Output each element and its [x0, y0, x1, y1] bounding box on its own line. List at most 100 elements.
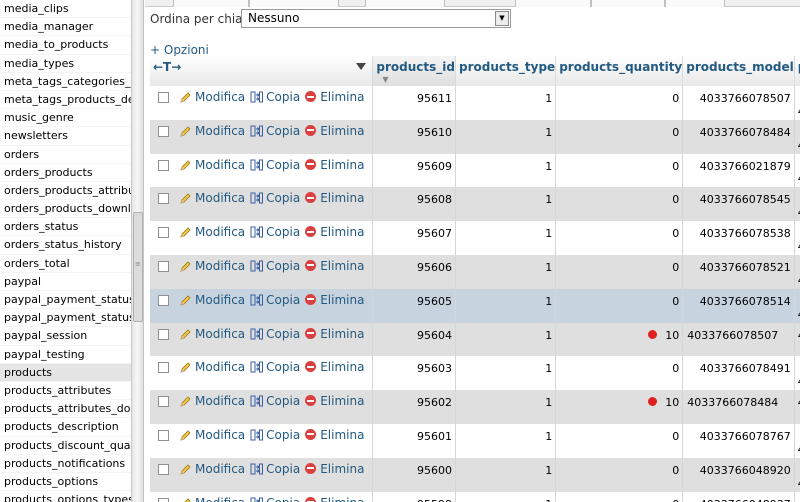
cell-products-id[interactable]: 95601 — [372, 423, 457, 458]
edit-action[interactable]: Modifica — [180, 158, 245, 172]
cell-products-quantity[interactable]: 10 — [555, 390, 684, 424]
delete-action[interactable]: Elimina — [305, 124, 364, 138]
table-row[interactable]: Modifica Copia Elimina 95602 1 10 403376607848… — [150, 390, 800, 424]
delete-action[interactable]: Elimina — [305, 225, 364, 239]
header-products-type[interactable]: products_type — [455, 56, 557, 86]
column-menu-triangle-icon[interactable] — [356, 63, 367, 70]
table-row[interactable]: Modifica Copia Elimina 95609 1 0 4033766021879… — [150, 153, 800, 188]
sidebar-item-paypal-payment-status[interactable]: paypal_payment_status — [0, 291, 131, 310]
sidebar-item-paypal-session[interactable]: paypal_session — [0, 327, 131, 346]
edit-action[interactable]: Modifica — [180, 496, 245, 502]
tab-stub[interactable] — [665, 0, 725, 7]
edit-label[interactable]: Modifica — [195, 394, 245, 408]
table-row[interactable]: Modifica Copia Elimina 95605 1 0 4033766078514… — [150, 288, 800, 323]
cell-products-model[interactable]: 4033766078507 — [682, 322, 795, 357]
header-products-model[interactable]: products_model — [682, 56, 795, 86]
sidebar-item-newsletters[interactable]: newsletters — [0, 127, 131, 146]
table-row[interactable]: Modifica Copia Elimina 95601 1 0 4033766078767… — [150, 423, 800, 458]
cell-products-quantity[interactable]: 0 — [555, 423, 684, 458]
cell-products-type[interactable]: 1 — [455, 491, 557, 502]
column-arrows-header[interactable]: ←T→ — [150, 56, 374, 86]
sidebar-item-paypal-testing[interactable]: paypal_testing — [0, 346, 131, 364]
cell-products-quantity[interactable]: 0 — [555, 187, 684, 222]
header-products-image[interactable]: products_image — [794, 56, 800, 86]
table-row[interactable]: Modifica Copia Elimina 95606 1 0 4033766078521… — [150, 254, 800, 289]
sidebar-item-media-to-products[interactable]: media_to_products — [0, 36, 131, 55]
copy-label[interactable]: Copia — [266, 158, 300, 172]
cell-products-model[interactable]: 4033766078491 — [682, 356, 795, 391]
column-resize-arrows[interactable]: ←T→ — [153, 60, 181, 74]
copy-label[interactable]: Copia — [266, 90, 300, 104]
edit-label[interactable]: Modifica — [195, 462, 245, 476]
copy-label[interactable]: Copia — [266, 259, 300, 273]
sidebar-item-paypal[interactable]: paypal — [0, 273, 131, 291]
cell-products-image[interactable]: 4033766078484.jpg — [794, 390, 800, 424]
cell-products-model[interactable]: 4033766078521 — [682, 254, 795, 289]
table-row[interactable]: Modifica Copia Elimina 95604 1 10 403376607850… — [150, 322, 800, 357]
table-row[interactable]: Modifica Copia Elimina 95600 1 0 4033766048920… — [150, 457, 800, 492]
sidebar-item-orders-status[interactable]: orders_status — [0, 218, 131, 237]
cell-products-image[interactable]: 4033766078507.jpg — [794, 322, 800, 357]
delete-label[interactable]: Elimina — [320, 259, 364, 273]
copy-label[interactable]: Copia — [266, 191, 300, 205]
table-row[interactable]: ModificaCopiaElimina95599104033766048937… — [150, 491, 800, 502]
cell-products-id[interactable]: 95602 — [372, 390, 457, 424]
delete-action[interactable]: Elimina — [305, 327, 364, 341]
sidebar-item-products-notifications[interactable]: products_notifications — [0, 455, 131, 473]
sidebar-item-meta-tags-products-desc[interactable]: meta_tags_products_desc — [0, 91, 131, 110]
copy-label[interactable]: Copia — [266, 496, 300, 502]
cell-products-image[interactable]: 4033766048920.jpg — [794, 457, 800, 492]
cell-products-quantity[interactable]: 0 — [555, 119, 684, 154]
edit-label[interactable]: Modifica — [195, 259, 245, 273]
delete-action[interactable]: Elimina — [305, 394, 364, 408]
cell-products-type[interactable]: 1 — [455, 119, 557, 154]
delete-label[interactable]: Elimina — [320, 428, 364, 442]
copy-action[interactable]: Copia — [250, 225, 300, 239]
tab-stub[interactable] — [365, 0, 445, 7]
row-checkbox[interactable] — [158, 463, 169, 475]
edit-action[interactable]: Modifica — [180, 191, 245, 205]
delete-action[interactable]: Elimina — [305, 191, 364, 205]
sidebar-item-orders[interactable]: orders — [0, 146, 131, 164]
cell-products-id[interactable]: 95611 — [372, 86, 457, 120]
sidebar-item-products-attributes[interactable]: products_attributes — [0, 382, 131, 401]
copy-label[interactable]: Copia — [266, 124, 300, 138]
sidebar-item-products[interactable]: products — [0, 363, 131, 382]
table-row[interactable]: Modifica Copia Elimina 95607 1 0 4033766078538… — [150, 221, 800, 255]
edit-label[interactable]: Modifica — [195, 191, 245, 205]
sidebar-item-orders-total[interactable]: orders_total — [0, 255, 131, 273]
copy-label[interactable]: Copia — [266, 293, 300, 307]
copy-action[interactable]: Copia — [250, 191, 300, 205]
cell-products-quantity[interactable]: 0 — [555, 221, 684, 255]
edit-action[interactable]: Modifica — [180, 259, 245, 273]
cell-products-id[interactable]: 95607 — [372, 221, 457, 255]
delete-label[interactable]: Elimina — [320, 158, 364, 172]
copy-action[interactable]: Copia — [250, 394, 300, 408]
cell-products-model[interactable]: 4033766021879 — [682, 153, 795, 188]
cell-products-image[interactable]: 4033766078507.jpg — [794, 86, 800, 120]
sidebar-item-products-attributes-down[interactable]: products_attributes_down — [0, 400, 131, 419]
cell-products-image[interactable]: 4033766021879.jpg — [794, 153, 800, 188]
cell-products-image[interactable]: 4033766078514.jpg — [794, 288, 800, 323]
cell-products-id[interactable]: 95600 — [372, 457, 457, 492]
edit-action[interactable]: Modifica — [180, 293, 245, 307]
copy-action[interactable]: Copia — [250, 462, 300, 476]
dropdown-arrow-icon[interactable]: ▼ — [495, 11, 509, 26]
delete-label[interactable]: Elimina — [320, 191, 364, 205]
sort-by-key-select[interactable]: Nessuno ▼ — [241, 9, 511, 28]
header-products-quantity-label[interactable]: products_quantity — [559, 60, 682, 74]
row-checkbox[interactable] — [158, 125, 169, 137]
delete-label[interactable]: Elimina — [320, 124, 364, 138]
cell-products-quantity[interactable]: 0 — [555, 254, 684, 289]
copy-action[interactable]: Copia — [250, 360, 300, 374]
sidebar-item-orders-status-history[interactable]: orders_status_history — [0, 236, 131, 255]
cell-products-id[interactable]: 95610 — [372, 119, 457, 154]
cell-products-id[interactable]: 95609 — [372, 153, 457, 188]
tab-stub[interactable] — [591, 0, 665, 7]
row-checkbox[interactable] — [158, 227, 169, 239]
sidebar-item-media-manager[interactable]: media_manager — [0, 18, 131, 37]
delete-action[interactable]: Elimina — [305, 158, 364, 172]
delete-action[interactable]: Elimina — [305, 496, 364, 502]
cell-products-model[interactable]: 4033766078545 — [682, 187, 795, 222]
delete-label[interactable]: Elimina — [320, 327, 364, 341]
